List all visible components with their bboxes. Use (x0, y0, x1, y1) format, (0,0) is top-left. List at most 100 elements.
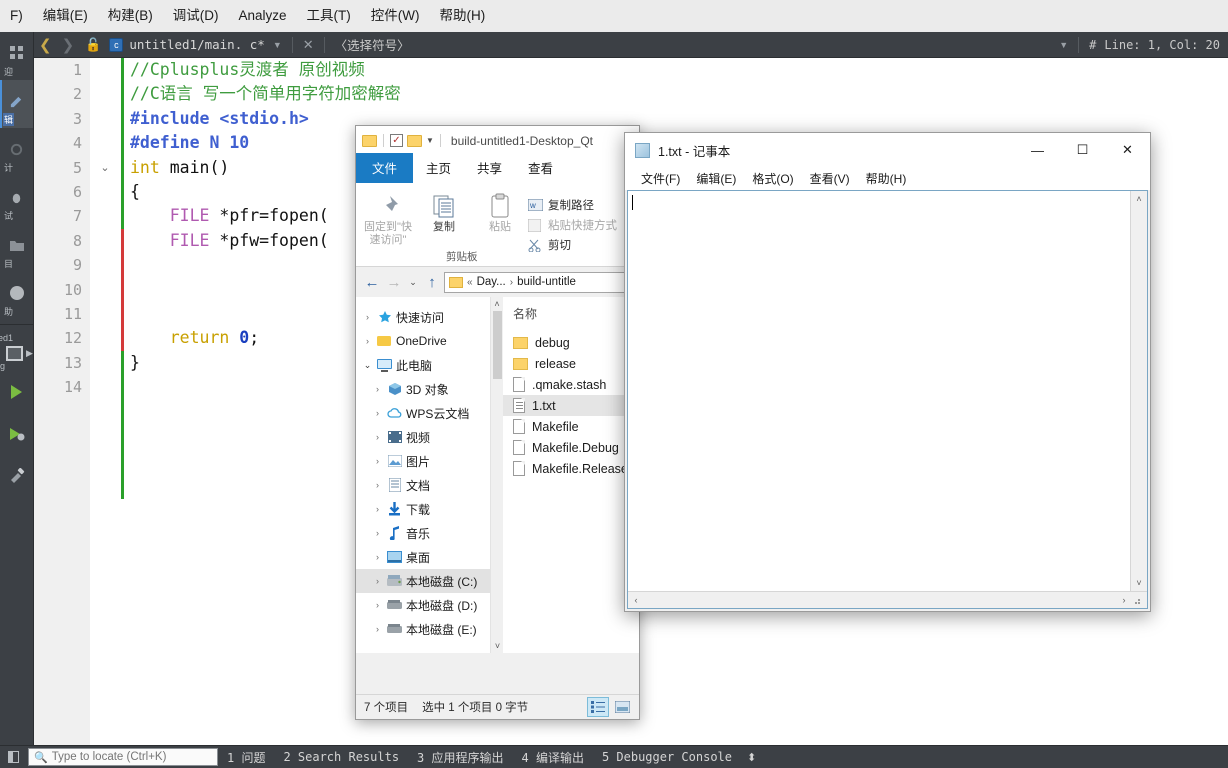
tab-home[interactable]: 主页 (413, 153, 465, 183)
code-line[interactable]: #include <stdio.h> (130, 107, 1228, 131)
chevron-right-icon[interactable]: › (370, 624, 385, 634)
pin-to-quick-access-button[interactable]: 固定到"快 速访问" (360, 187, 416, 266)
tab-view[interactable]: 查看 (515, 153, 567, 183)
file-explorer-window[interactable]: ✓ ▼ build-untitled1-Desktop_Qt 文件 主页 共享 … (355, 125, 640, 720)
tree-item-12[interactable]: › 本地磁盘 (D:) (356, 593, 503, 617)
tree-scrollbar[interactable]: ˄ ˅ (490, 297, 503, 653)
breadcrumb-2[interactable]: build-untitle (517, 276, 576, 288)
unlocked-icon[interactable]: 🔓 (79, 37, 107, 53)
sidebar-item-help[interactable]: 助 (0, 272, 33, 320)
chevron-right-icon[interactable]: › (370, 600, 385, 610)
status-pane-app-output[interactable]: 3 应用程序输出 (408, 749, 512, 766)
chevron-right-icon[interactable]: › (370, 456, 385, 466)
line-col-indicator[interactable]: Line: 1, Col: 20 (1104, 38, 1220, 52)
notepad-vertical-scrollbar[interactable]: ˄ ˅ (1130, 191, 1147, 608)
chevron-right-icon[interactable]: › (370, 384, 385, 394)
chevron-down-icon[interactable]: ˅ (1131, 575, 1147, 591)
navigation-tree[interactable]: ˄ ˅ › 快速访问 › OneDrive ⌄ 此电脑 › 3D 对象 › WPS云文档 › 视频 › 图… (356, 297, 503, 653)
new-folder-icon[interactable] (407, 134, 422, 147)
menu-item-analyze[interactable]: Analyze (229, 3, 297, 29)
chevron-right-icon[interactable]: › (370, 576, 385, 586)
toolbar-overflow-chevron-down-icon[interactable]: ▼ (1051, 40, 1076, 50)
code-line[interactable]: //C语言 写一个简单用字符加密解密 (130, 82, 1228, 106)
close-icon[interactable]: ✕ (1105, 133, 1150, 167)
notepad-menu-file[interactable]: 文件(F) (633, 168, 688, 189)
minimize-icon[interactable]: — (1015, 133, 1060, 167)
breadcrumb-overflow[interactable]: « (467, 277, 473, 288)
address-bar[interactable]: « Day... › build-untitle (444, 271, 633, 293)
tab-share[interactable]: 共享 (464, 153, 516, 183)
notepad-text-area[interactable] (628, 191, 1130, 608)
details-view-icon[interactable] (587, 697, 609, 717)
chevron-down-icon[interactable]: ▼ (426, 136, 434, 145)
arrow-left-icon[interactable]: ← (362, 274, 382, 291)
status-pane-debugger-console[interactable]: 5 Debugger Console (593, 750, 741, 764)
maximize-icon[interactable]: ☐ (1060, 133, 1105, 167)
tree-item-8[interactable]: › 下载 (356, 497, 503, 521)
list-item[interactable]: 1.txt (503, 395, 639, 416)
notepad-client-area[interactable]: ˄ ˅ ‹ › (627, 190, 1148, 609)
cut-button[interactable]: 剪切 (528, 235, 617, 255)
properties-checkbox-icon[interactable]: ✓ (390, 134, 403, 147)
list-item[interactable]: Makefile (503, 416, 639, 437)
menu-item-debug[interactable]: 调试(D) (163, 3, 229, 29)
menu-item-tools[interactable]: 工具(T) (297, 3, 361, 29)
menu-item-help[interactable]: 帮助(H) (430, 3, 496, 29)
tree-item-4[interactable]: › WPS云文档 (356, 401, 503, 425)
chevron-up-icon[interactable]: ˄ (491, 297, 503, 311)
forward-arrow-icon[interactable]: ❯ (57, 36, 80, 54)
copy-path-button[interactable]: w 复制路径 (527, 195, 617, 215)
notepad-menu-format[interactable]: 格式(O) (744, 168, 801, 189)
run-button[interactable] (0, 371, 33, 413)
list-item[interactable]: Makefile.Debug (503, 437, 639, 458)
locator-input-wrapper[interactable]: 🔍 (28, 748, 218, 766)
menu-item-file[interactable]: F) (0, 3, 33, 29)
paste-button[interactable]: 粘贴 (472, 187, 528, 266)
tree-item-11[interactable]: › 本地磁盘 (C:) (356, 569, 503, 593)
tree-item-9[interactable]: › 音乐 (356, 521, 503, 545)
tree-item-1[interactable]: › OneDrive (356, 329, 503, 353)
notepad-title-bar[interactable]: 1.txt - 记事本 — ☐ ✕ (625, 133, 1150, 167)
notepad-menu-help[interactable]: 帮助(H) (858, 168, 915, 189)
chevron-right-icon[interactable]: › (370, 504, 385, 514)
tree-item-3[interactable]: › 3D 对象 (356, 377, 503, 401)
chevron-right-icon[interactable]: › (370, 480, 385, 490)
list-item[interactable]: Makefile.Release (503, 458, 639, 479)
arrow-right-icon[interactable]: → (384, 274, 404, 291)
chevron-right-icon[interactable]: › (370, 432, 385, 442)
chevron-right-icon[interactable]: › (1116, 592, 1132, 608)
large-icons-view-icon[interactable] (611, 697, 633, 717)
chevron-left-icon[interactable]: ‹ (628, 592, 644, 608)
list-item[interactable]: debug (503, 332, 639, 353)
symbol-selector[interactable]: 〈选择符号〉 (327, 35, 410, 54)
document-name[interactable]: untitled1/main. c* (129, 37, 264, 52)
sidebar-item-design[interactable]: 计 (0, 128, 33, 176)
notepad-window[interactable]: 1.txt - 记事本 — ☐ ✕ 文件(F) 编辑(E) 格式(O) 查看(V… (624, 132, 1151, 612)
search-input[interactable] (51, 751, 212, 763)
sidebar-item-debug[interactable]: 试 (0, 176, 33, 224)
notepad-horizontal-scrollbar[interactable]: ‹ › (628, 591, 1147, 608)
chevron-down-icon[interactable]: ˅ (491, 639, 503, 653)
menu-item-build[interactable]: 构建(B) (98, 3, 163, 29)
tree-item-10[interactable]: › 桌面 (356, 545, 503, 569)
resize-grip-icon[interactable] (1132, 592, 1147, 609)
notepad-menu-edit[interactable]: 编辑(E) (688, 168, 744, 189)
chevron-right-icon[interactable]: › (360, 336, 375, 346)
tree-item-5[interactable]: › 视频 (356, 425, 503, 449)
project-kit-selector[interactable]: led1 ▶ ug (0, 329, 33, 371)
tab-file[interactable]: 文件 (356, 153, 414, 183)
tree-item-2[interactable]: ⌄ 此电脑 (356, 353, 503, 377)
tree-item-7[interactable]: › 文档 (356, 473, 503, 497)
chevron-up-icon[interactable]: ˄ (1131, 191, 1147, 207)
chevron-right-icon[interactable]: › (370, 552, 385, 562)
folder-icon[interactable] (362, 134, 377, 147)
back-arrow-icon[interactable]: ❮ (34, 36, 57, 54)
status-pane-issues[interactable]: 1 问题 (218, 749, 274, 766)
sidebar-toggle-icon[interactable] (0, 746, 26, 768)
status-pane-search-results[interactable]: 2 Search Results (274, 750, 408, 764)
status-pane-compile-output[interactable]: 4 编译输出 (513, 749, 593, 766)
up-down-arrows-icon[interactable]: ⬍ (741, 751, 762, 764)
chevron-right-icon[interactable]: › (370, 528, 385, 538)
fold-toggle-icon[interactable]: ⌄ (90, 156, 120, 180)
arrow-up-icon[interactable]: ↑ (422, 274, 442, 291)
